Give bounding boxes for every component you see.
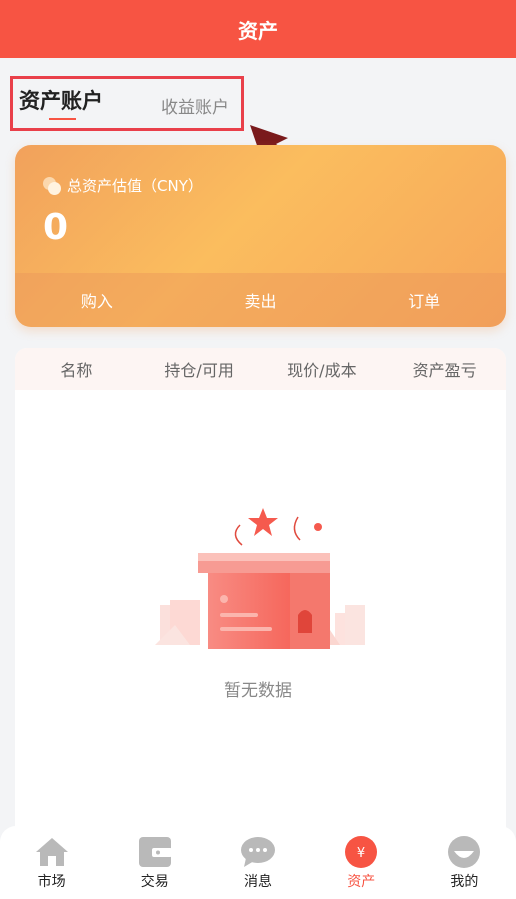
table-header: 名称 持仓/可用 现价/成本 资产盈亏 (15, 348, 506, 390)
tabbar-label: 资产 (347, 874, 376, 890)
total-asset-label: 总资产估值（CNY） (43, 175, 203, 196)
yen-icon: ¥ (343, 834, 379, 870)
column-pnl: 资产盈亏 (412, 361, 477, 380)
total-asset-value: 0 (43, 207, 69, 248)
tab-asset-account[interactable]: 资产账户 (19, 85, 103, 115)
column-holding: 持仓/可用 (164, 361, 234, 380)
orders-button[interactable]: 订单 (342, 273, 506, 327)
tabbar-item-market[interactable]: 市场 (0, 826, 103, 899)
avatar-icon (446, 834, 482, 870)
buy-button[interactable]: 购入 (15, 273, 179, 327)
account-tabs: 资产账户 收益账户 (10, 76, 244, 131)
home-icon (34, 834, 70, 870)
tabbar-label: 市场 (37, 874, 66, 890)
coin-icon (43, 176, 61, 195)
asset-actions: 购入 卖出 订单 (15, 273, 506, 327)
tabbar-item-messages[interactable]: 消息 (206, 826, 309, 899)
bottom-tabbar: 市场 交易 消息 ¥ 资产 我的 (0, 826, 516, 899)
tabbar-label: 交易 (140, 874, 169, 890)
tabbar-item-mine[interactable]: 我的 (413, 826, 516, 899)
tab-income-account[interactable]: 收益账户 (161, 93, 229, 118)
empty-box-icon (155, 508, 365, 649)
wallet-icon (137, 834, 173, 870)
page-title: 资产 (238, 18, 278, 43)
tabbar-label: 我的 (450, 874, 479, 890)
svg-text:¥: ¥ (357, 846, 365, 861)
tabbar-item-assets[interactable]: ¥ 资产 (310, 826, 413, 899)
page-header: 资产 (0, 0, 516, 58)
tabbar-item-trade[interactable]: 交易 (103, 826, 206, 899)
tab-active-indicator (49, 118, 76, 120)
tabbar-label: 消息 (244, 874, 272, 890)
column-name: 名称 (60, 361, 93, 380)
column-price: 现价/成本 (287, 361, 357, 380)
total-asset-card: 总资产估值（CNY） 0 购入 卖出 订单 (15, 145, 506, 327)
sell-button[interactable]: 卖出 (179, 273, 343, 327)
chat-icon (240, 834, 276, 870)
empty-state-text: 暂无数据 (224, 681, 292, 701)
